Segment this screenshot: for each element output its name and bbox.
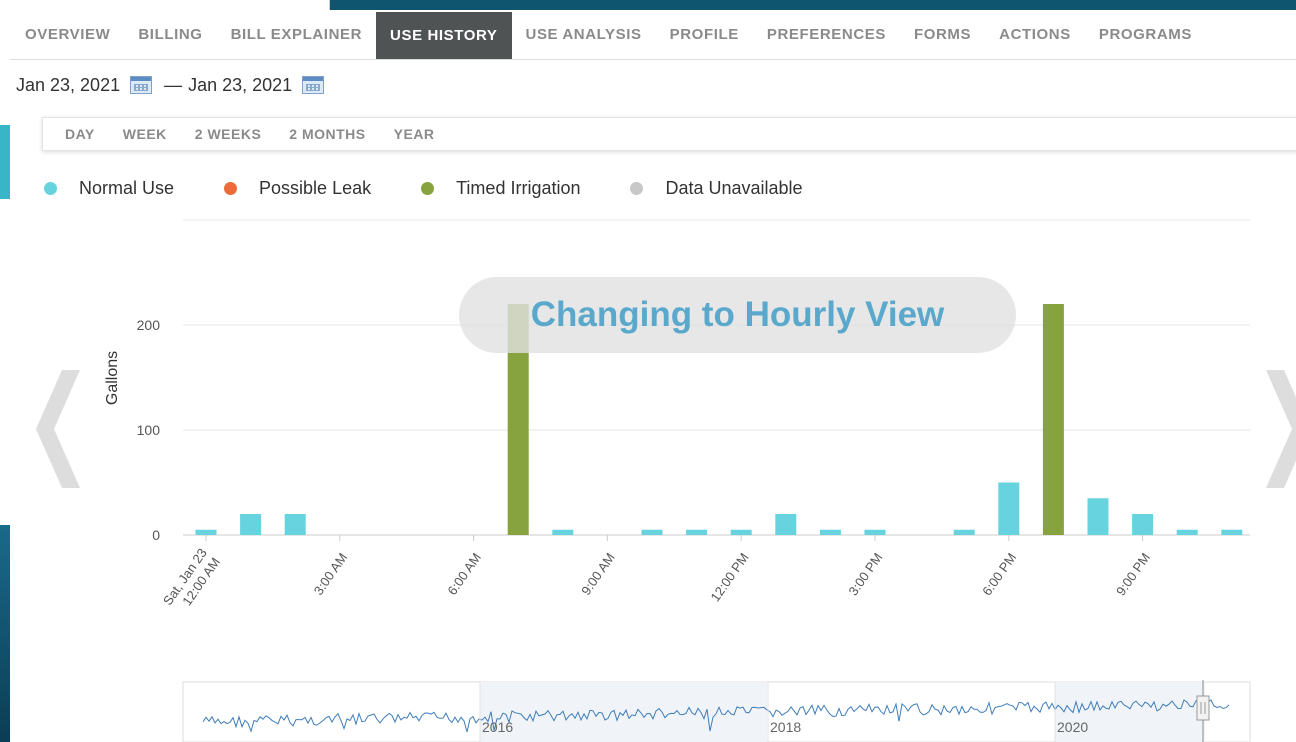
- main-window: OVERVIEW BILLING BILL EXPLAINER USE HIST…: [10, 10, 1296, 742]
- bar: [1087, 498, 1109, 535]
- next-arrow-icon[interactable]: [1262, 370, 1296, 488]
- x-tick-label: 9:00 PM: [1113, 550, 1153, 598]
- navigator-handle[interactable]: [1196, 695, 1210, 721]
- x-tick-label: 6:00 PM: [979, 550, 1019, 598]
- bar: [1042, 304, 1064, 535]
- x-tick-label: Sat, Jan 2312:00 AM: [160, 546, 223, 618]
- loading-text: Changing to Hourly View: [530, 295, 945, 334]
- y-axis-title: Gallons: [104, 351, 121, 405]
- x-tick-label: 12:00 PM: [707, 550, 751, 604]
- x-tick-label: 3:00 PM: [845, 550, 885, 598]
- bar: [195, 529, 217, 535]
- bar: [552, 529, 574, 535]
- x-tick-label: 3:00 AM: [311, 550, 351, 598]
- y-tick-label: 100: [137, 422, 161, 438]
- bar: [864, 529, 886, 535]
- navigator-band: [480, 682, 767, 742]
- background-top-strip: [330, 0, 1296, 10]
- bar: [240, 514, 262, 535]
- bar: [1132, 514, 1154, 535]
- bar: [953, 529, 975, 535]
- navigator-year-label: 2018: [770, 719, 801, 735]
- y-tick-label: 200: [137, 317, 161, 333]
- previous-arrow-icon[interactable]: [36, 370, 84, 488]
- bar: [686, 529, 708, 535]
- usage-chart: 0 100 200 Gallons Sat, Jan 2312:00 AM 3:00 AM…: [104, 219, 1251, 742]
- navigator-year-label: 2016: [482, 719, 513, 735]
- bar: [641, 529, 663, 535]
- x-tick-label: 6:00 AM: [444, 550, 484, 598]
- bar: [998, 482, 1020, 535]
- navigator-year-label: 2020: [1057, 719, 1088, 735]
- bar: [775, 514, 797, 535]
- bar: [284, 514, 306, 535]
- bar: [730, 529, 752, 535]
- loading-overlay: Changing to Hourly View: [459, 277, 1016, 353]
- bar: [1176, 529, 1198, 535]
- bar: [819, 529, 841, 535]
- y-tick-label: 0: [152, 527, 160, 543]
- bar: [1221, 529, 1243, 535]
- x-tick-label: 9:00 AM: [578, 550, 618, 598]
